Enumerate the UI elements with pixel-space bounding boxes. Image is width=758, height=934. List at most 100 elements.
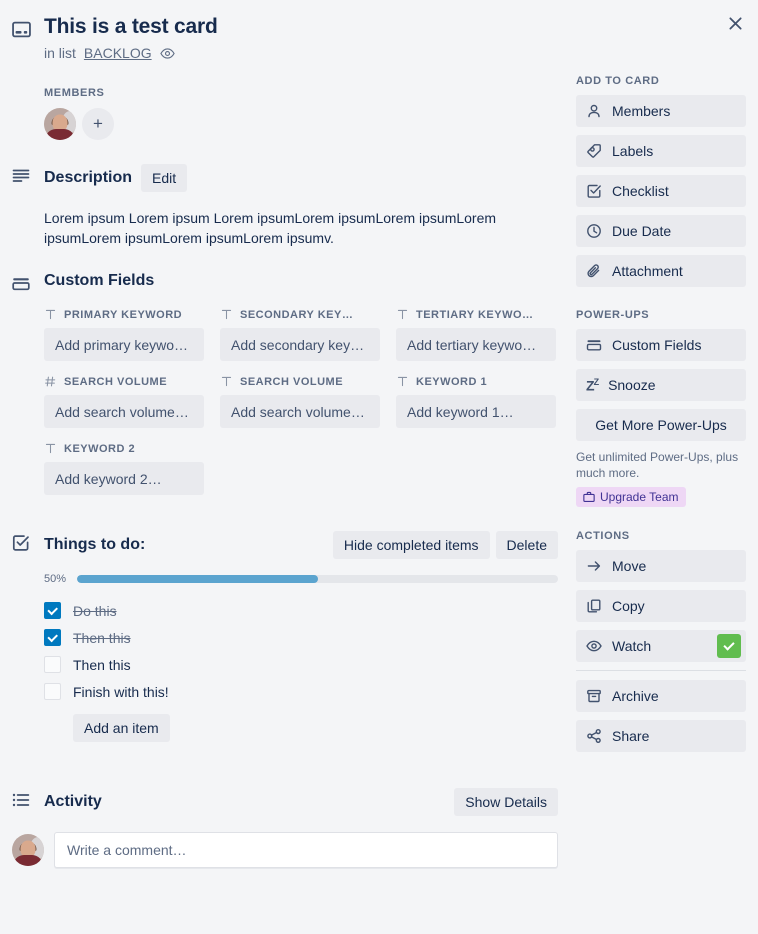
- checklist-item[interactable]: Then this: [44, 624, 558, 651]
- checklist-item-checkbox[interactable]: [44, 683, 61, 700]
- custom-fields-icon: [12, 272, 44, 495]
- delete-checklist-button[interactable]: Delete: [495, 531, 558, 559]
- checklist-body: Things to do: Hide completed items Delet…: [44, 531, 558, 742]
- comment-input[interactable]: Write a comment…: [54, 832, 558, 868]
- custom-field-item: KEYWORD 1 Add keyword 1…: [396, 375, 556, 428]
- custom-field-label: SECONDARY KEY…: [220, 308, 380, 321]
- avatar[interactable]: [44, 108, 76, 140]
- checklist-percent-label: 50%: [44, 573, 67, 585]
- text-field-icon: [396, 375, 409, 388]
- get-more-power-ups-button[interactable]: Get More Power-Ups: [576, 409, 746, 441]
- description-edit-button[interactable]: Edit: [141, 164, 188, 192]
- checklist-item[interactable]: Finish with this!: [44, 678, 558, 705]
- checklist-item-checkbox[interactable]: [44, 656, 61, 673]
- sidebar-item-attachment[interactable]: Attachment: [576, 255, 746, 287]
- custom-field-label: SEARCH VOLUME: [44, 375, 204, 388]
- add-to-card-list: Members Labels Checklist Due Date Attachment: [576, 95, 746, 287]
- close-button[interactable]: [718, 6, 752, 40]
- checklist-item-label: Finish with this!: [73, 683, 169, 700]
- custom-field-label-text: SEARCH VOLUME: [64, 375, 168, 388]
- power-ups-note: Get unlimited Power-Ups, plus much more.: [576, 450, 739, 480]
- sidebar-item-labels[interactable]: Labels: [576, 135, 746, 167]
- main-column: This is a test card in list BACKLOG MEMB…: [0, 0, 570, 868]
- show-details-button[interactable]: Show Details: [454, 788, 558, 816]
- actions-list: Move Copy Watch: [576, 550, 746, 662]
- add-member-button[interactable]: +: [82, 108, 114, 140]
- watch-enabled-badge[interactable]: [717, 634, 741, 658]
- add-to-card-section: ADD TO CARD Members Labels Checklist Due Da…: [576, 75, 746, 287]
- eye-icon: [586, 638, 602, 654]
- upgrade-team-button[interactable]: Upgrade Team: [576, 487, 686, 507]
- watch-eye-icon[interactable]: [159, 46, 175, 61]
- custom-field-input[interactable]: Add tertiary keywo…: [396, 328, 556, 361]
- avatar-body: [13, 855, 43, 866]
- checklist-item-checkbox[interactable]: [44, 629, 61, 646]
- members-block: MEMBERS +: [12, 87, 558, 140]
- checklist-section-icon: [12, 531, 44, 742]
- checklist-item[interactable]: Do this: [44, 597, 558, 624]
- custom-field-input[interactable]: Add search volume…: [220, 395, 380, 428]
- sidebar-item-watch[interactable]: Watch: [576, 630, 746, 662]
- checklist-item-checkbox[interactable]: [44, 602, 61, 619]
- number-field-icon: [44, 375, 57, 388]
- share-icon: [586, 728, 602, 744]
- in-list-prefix: in list: [44, 45, 76, 61]
- checklist-header: Things to do: Hide completed items Delet…: [44, 531, 558, 559]
- sidebar: ADD TO CARD Members Labels Checklist Due Da…: [570, 0, 758, 868]
- sidebar-item-members[interactable]: Members: [576, 95, 746, 127]
- activity-section: Activity Show Details Write a comment…: [12, 788, 558, 868]
- person-icon: [586, 103, 602, 119]
- checklist-item[interactable]: Then this: [44, 651, 558, 678]
- paperclip-icon: [586, 263, 602, 279]
- members-label: MEMBERS: [44, 87, 105, 99]
- add-checklist-item-button[interactable]: Add an item: [73, 714, 170, 742]
- custom-fields-section: Custom Fields PRIMARY KEYWORD Add primary…: [12, 272, 558, 495]
- card-header-text: This is a test card in list BACKLOG: [44, 14, 558, 61]
- sidebar-item-label: Archive: [612, 688, 659, 704]
- sidebar-item-copy[interactable]: Copy: [576, 590, 746, 622]
- sidebar-item-share[interactable]: Share: [576, 720, 746, 752]
- actions-secondary-list: Archive Share: [576, 680, 746, 752]
- description-title-row: Description Edit: [44, 164, 558, 192]
- sidebar-item-checklist[interactable]: Checklist: [576, 175, 746, 207]
- hide-completed-items-button[interactable]: Hide completed items: [332, 531, 490, 559]
- avatar-body: [45, 129, 75, 140]
- sidebar-item-custom-fields[interactable]: Custom Fields: [576, 329, 746, 361]
- custom-field-input[interactable]: Add search volume…: [44, 395, 204, 428]
- list-link[interactable]: BACKLOG: [84, 45, 152, 61]
- sidebar-item-move[interactable]: Move: [576, 550, 746, 582]
- custom-field-input[interactable]: Add keyword 2…: [44, 462, 204, 495]
- custom-field-item: KEYWORD 2 Add keyword 2…: [44, 442, 204, 495]
- checklist-progress-fill: [77, 575, 318, 583]
- copy-icon: [586, 598, 602, 614]
- text-field-icon: [44, 308, 57, 321]
- text-field-icon: [220, 375, 233, 388]
- sidebar-item-archive[interactable]: Archive: [576, 680, 746, 712]
- description-text: Lorem ipsum Lorem ipsum Lorem ipsumLorem…: [44, 210, 497, 246]
- custom-field-label-text: SECONDARY KEY…: [240, 308, 354, 321]
- custom-field-label-text: KEYWORD 1: [416, 375, 488, 388]
- custom-field-label: KEYWORD 1: [396, 375, 556, 388]
- power-ups-label: POWER-UPS: [576, 309, 650, 321]
- custom-field-label: TERTIARY KEYWO…: [396, 308, 556, 321]
- custom-fields-icon: [586, 337, 602, 353]
- text-field-icon: [396, 308, 409, 321]
- checklist-buttons: Hide completed items Delete: [332, 531, 558, 559]
- sidebar-item-label: Move: [612, 558, 647, 574]
- custom-field-item: TERTIARY KEYWO… Add tertiary keywo…: [396, 308, 556, 361]
- custom-field-input[interactable]: Add secondary key…: [220, 328, 380, 361]
- custom-fields-title-row: Custom Fields: [44, 272, 558, 290]
- comment-avatar[interactable]: [12, 834, 44, 866]
- sidebar-item-label: Attachment: [612, 263, 683, 279]
- custom-field-input[interactable]: Add keyword 1…: [396, 395, 556, 428]
- activity-body: Activity Show Details Write a comment…: [12, 788, 558, 868]
- power-ups-list: Custom Fields ZZ Snooze: [576, 329, 746, 401]
- archive-box-icon: [586, 688, 602, 704]
- card-icon: [12, 14, 44, 39]
- close-icon: [728, 16, 742, 30]
- custom-field-input[interactable]: Add primary keywo…: [44, 328, 204, 361]
- sidebar-item-snooze[interactable]: ZZ Snooze: [576, 369, 746, 401]
- custom-field-label: SEARCH VOLUME: [220, 375, 380, 388]
- sidebar-item-due-date[interactable]: Due Date: [576, 215, 746, 247]
- activity-title: Activity: [44, 793, 102, 810]
